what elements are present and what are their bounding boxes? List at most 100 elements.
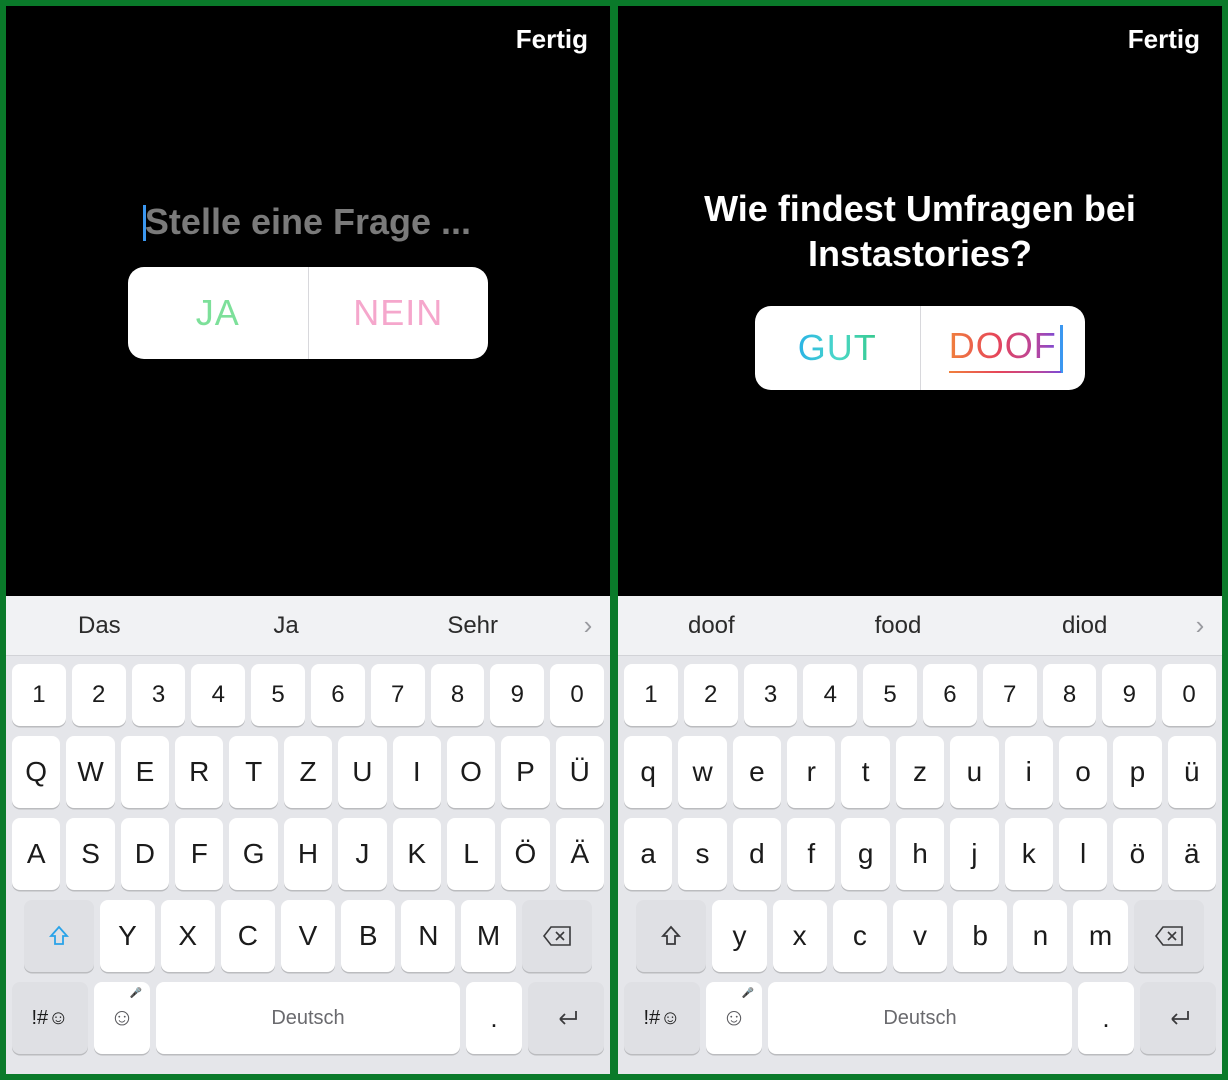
story-canvas[interactable]: Fertig Wie findest Umfragen bei Instasto…: [618, 6, 1222, 596]
key-d[interactable]: D: [121, 818, 169, 890]
key-p[interactable]: P: [501, 736, 549, 808]
symbols-key[interactable]: !#☺: [12, 982, 88, 1054]
key-q[interactable]: Q: [12, 736, 60, 808]
symbols-key[interactable]: !#☺: [624, 982, 700, 1054]
key-c[interactable]: C: [221, 900, 275, 972]
suggestion[interactable]: diod: [991, 612, 1178, 640]
key-f[interactable]: F: [175, 818, 223, 890]
key-h[interactable]: h: [896, 818, 944, 890]
backspace-key[interactable]: [522, 900, 592, 972]
key-r[interactable]: R: [175, 736, 223, 808]
key-7[interactable]: 7: [983, 664, 1037, 726]
key-l[interactable]: L: [447, 818, 495, 890]
key-s[interactable]: S: [66, 818, 114, 890]
key-1[interactable]: 1: [12, 664, 66, 726]
key-0[interactable]: 0: [1162, 664, 1216, 726]
enter-key[interactable]: [528, 982, 604, 1054]
key-c[interactable]: c: [833, 900, 887, 972]
suggestion[interactable]: Sehr: [379, 612, 566, 640]
key-s[interactable]: s: [678, 818, 726, 890]
period-key[interactable]: .: [1078, 982, 1134, 1054]
backspace-key[interactable]: [1134, 900, 1204, 972]
period-key[interactable]: .: [466, 982, 522, 1054]
key-x[interactable]: x: [773, 900, 827, 972]
key-t[interactable]: T: [229, 736, 277, 808]
poll-option-2[interactable]: NEIN: [309, 267, 489, 359]
key-n[interactable]: n: [1013, 900, 1067, 972]
key-8[interactable]: 8: [1043, 664, 1097, 726]
key-3[interactable]: 3: [132, 664, 186, 726]
key-u[interactable]: u: [950, 736, 998, 808]
poll-question-input[interactable]: Stelle eine Frage ...: [6, 201, 610, 243]
key-v[interactable]: v: [893, 900, 947, 972]
key-p[interactable]: p: [1113, 736, 1161, 808]
done-button[interactable]: Fertig: [516, 24, 588, 55]
key-f[interactable]: f: [787, 818, 835, 890]
key-x[interactable]: X: [161, 900, 215, 972]
key-r[interactable]: r: [787, 736, 835, 808]
key-k[interactable]: k: [1005, 818, 1053, 890]
space-key[interactable]: Deutsch: [156, 982, 460, 1054]
key-n[interactable]: N: [401, 900, 455, 972]
key-e[interactable]: E: [121, 736, 169, 808]
key-w[interactable]: w: [678, 736, 726, 808]
key-o[interactable]: o: [1059, 736, 1107, 808]
key-y[interactable]: Y: [100, 900, 154, 972]
suggestion[interactable]: food: [805, 612, 992, 640]
key-z[interactable]: z: [896, 736, 944, 808]
key-0[interactable]: 0: [550, 664, 604, 726]
done-button[interactable]: Fertig: [1128, 24, 1200, 55]
suggestion[interactable]: Das: [6, 612, 193, 640]
key-i[interactable]: i: [1005, 736, 1053, 808]
key-v[interactable]: V: [281, 900, 335, 972]
enter-key[interactable]: [1140, 982, 1216, 1054]
key-u[interactable]: U: [338, 736, 386, 808]
key-5[interactable]: 5: [863, 664, 917, 726]
shift-key[interactable]: [636, 900, 706, 972]
key-7[interactable]: 7: [371, 664, 425, 726]
story-canvas[interactable]: Fertig Stelle eine Frage ... JA NEIN: [6, 6, 610, 596]
key-w[interactable]: W: [66, 736, 114, 808]
key-e[interactable]: e: [733, 736, 781, 808]
key-g[interactable]: g: [841, 818, 889, 890]
suggestion[interactable]: Ja: [193, 612, 380, 640]
more-suggestions-icon[interactable]: ›: [1178, 610, 1222, 641]
poll-sticker[interactable]: JA NEIN: [128, 267, 488, 359]
key-9[interactable]: 9: [1102, 664, 1156, 726]
more-suggestions-icon[interactable]: ›: [566, 610, 610, 641]
key-9[interactable]: 9: [490, 664, 544, 726]
key-6[interactable]: 6: [311, 664, 365, 726]
key-2[interactable]: 2: [72, 664, 126, 726]
poll-option-1[interactable]: GUT: [755, 306, 921, 390]
key-j[interactable]: J: [338, 818, 386, 890]
key-b[interactable]: b: [953, 900, 1007, 972]
key-b[interactable]: B: [341, 900, 395, 972]
key-ue[interactable]: Ü: [556, 736, 604, 808]
poll-option-2[interactable]: DOOF: [921, 306, 1086, 390]
poll-sticker[interactable]: GUT DOOF: [755, 306, 1085, 390]
key-ae[interactable]: ä: [1168, 818, 1216, 890]
key-4[interactable]: 4: [191, 664, 245, 726]
key-4[interactable]: 4: [803, 664, 857, 726]
key-2[interactable]: 2: [684, 664, 738, 726]
poll-option-1[interactable]: JA: [128, 267, 309, 359]
key-a[interactable]: a: [624, 818, 672, 890]
key-g[interactable]: G: [229, 818, 277, 890]
key-oe[interactable]: ö: [1113, 818, 1161, 890]
key-o[interactable]: O: [447, 736, 495, 808]
key-q[interactable]: q: [624, 736, 672, 808]
key-m[interactable]: M: [461, 900, 515, 972]
key-k[interactable]: K: [393, 818, 441, 890]
key-1[interactable]: 1: [624, 664, 678, 726]
key-l[interactable]: l: [1059, 818, 1107, 890]
shift-key[interactable]: [24, 900, 94, 972]
key-8[interactable]: 8: [431, 664, 485, 726]
key-3[interactable]: 3: [744, 664, 798, 726]
emoji-key[interactable]: ☺🎤: [706, 982, 762, 1054]
key-z[interactable]: Z: [284, 736, 332, 808]
suggestion[interactable]: doof: [618, 612, 805, 640]
key-y[interactable]: y: [712, 900, 766, 972]
key-oe[interactable]: Ö: [501, 818, 549, 890]
key-a[interactable]: A: [12, 818, 60, 890]
key-ae[interactable]: Ä: [556, 818, 604, 890]
